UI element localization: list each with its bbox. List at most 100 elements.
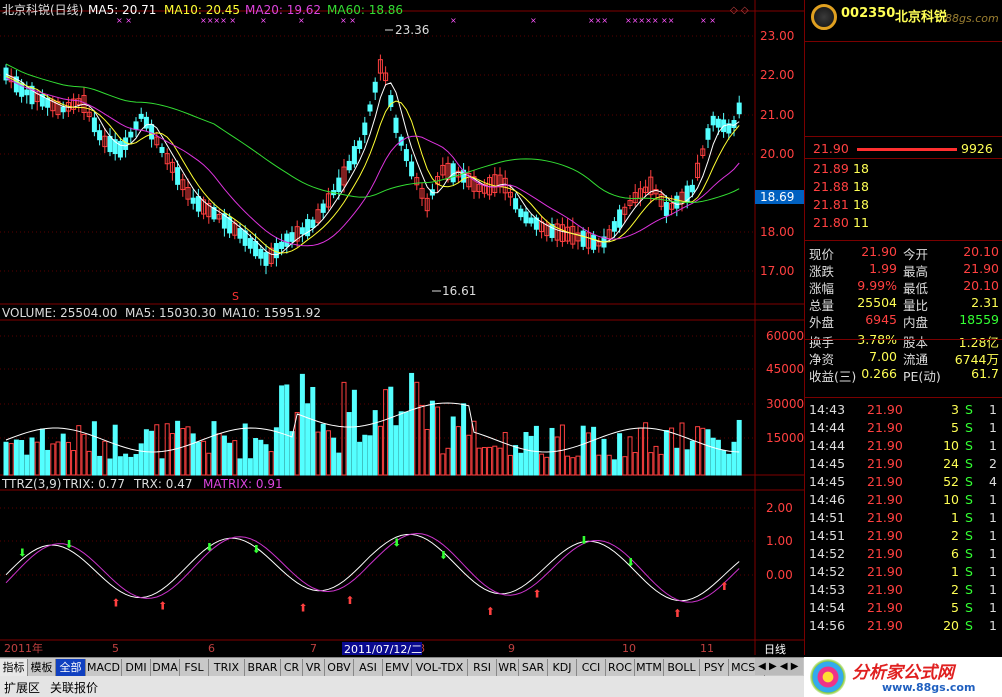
- svg-text:2.00: 2.00: [766, 501, 793, 515]
- svg-text:11: 11: [700, 642, 714, 655]
- tab-wr[interactable]: WR: [497, 659, 519, 676]
- tick-row[interactable]: 14:45 21.90 24 S 2: [805, 456, 1002, 473]
- quote-field-row: 总量 25504 量比 2.31: [809, 295, 999, 313]
- quote-field-row: 外盘 6945 内盘 18559: [809, 312, 999, 330]
- tab-brar[interactable]: BRAR: [245, 659, 281, 676]
- tick-row[interactable]: 14:46 21.90 10 S 1: [805, 492, 1002, 509]
- window-control-icons[interactable]: ◇ ◇: [730, 5, 749, 16]
- tick-row[interactable]: 14:52 21.90 6 S 1: [805, 546, 1002, 563]
- tick-row[interactable]: 14:52 21.90 1 S 1: [805, 564, 1002, 581]
- svg-text:⬇: ⬇: [626, 556, 635, 569]
- high-label: 23.36: [395, 23, 429, 37]
- tab-rsi[interactable]: RSI: [468, 659, 497, 676]
- svg-text:45000: 45000: [766, 362, 804, 376]
- svg-text:×: ×: [450, 16, 457, 25]
- svg-text:6: 6: [208, 642, 215, 655]
- site-watermark-url: 88gs.com: [945, 12, 999, 25]
- svg-text:MA10: 20.45: MA10: 20.45: [164, 3, 240, 17]
- svg-text:× ×: × ×: [116, 16, 132, 25]
- tab-vr[interactable]: VR: [303, 659, 325, 676]
- svg-text:×: ×: [530, 16, 537, 25]
- svg-text:TRX: 0.47: TRX: 0.47: [133, 477, 192, 491]
- tab-emv[interactable]: EMV: [383, 659, 412, 676]
- tick-row[interactable]: 14:56 21.90 20 S 1: [805, 618, 1002, 635]
- tick-row[interactable]: 14:45 21.90 52 S 4: [805, 474, 1002, 491]
- chart-header: 北京科锐(日线) MA5: 20.71 MA10: 20.45 MA20: 19…: [2, 3, 403, 17]
- svg-text:××××× ××: ××××× ××: [625, 16, 674, 25]
- tab-roc[interactable]: ROC: [606, 659, 635, 676]
- tab-模板[interactable]: 模板: [28, 659, 56, 676]
- tick-row[interactable]: 14:51 21.90 2 S 1: [805, 528, 1002, 545]
- svg-text:21.00: 21.00: [760, 108, 794, 122]
- tab-macd[interactable]: MACD: [86, 659, 122, 676]
- bid-row: 21.81 18: [813, 197, 869, 212]
- tab-指标[interactable]: 指标: [0, 659, 28, 676]
- svg-text:17.00: 17.00: [760, 264, 794, 278]
- tick-row[interactable]: 14:54 21.90 5 S 1: [805, 600, 1002, 617]
- tick-row[interactable]: 14:43 21.90 3 S 1: [805, 402, 1002, 419]
- tab-scroll-arrows[interactable]: ◀ ▶ ◀ ▶: [755, 658, 803, 675]
- tab-kdj[interactable]: KDJ: [548, 659, 577, 676]
- period-label[interactable]: 日线: [764, 642, 786, 655]
- svg-text:×: ×: [298, 16, 305, 25]
- svg-text:⬇: ⬇: [439, 549, 448, 562]
- svg-text:×××× ×: ×××× ×: [200, 16, 236, 25]
- app-window: { "header":{"title":"北京科锐(日线)","ma5":"MA…: [0, 0, 1002, 697]
- svg-text:×: ×: [260, 16, 267, 25]
- watermark-logo: 分析家公式网 www.88gs.com: [804, 657, 1002, 697]
- tab-trix[interactable]: TRIX: [209, 659, 245, 676]
- tick-row[interactable]: 14:44 21.90 5 S 1: [805, 420, 1002, 437]
- svg-text:⬆: ⬆: [111, 597, 120, 610]
- svg-text:⬆: ⬆: [532, 587, 541, 600]
- svg-text:7: 7: [310, 642, 317, 655]
- sell-signal-label: S: [232, 290, 239, 303]
- svg-text:TTRZ(3,9): TTRZ(3,9): [1, 477, 61, 491]
- tick-row[interactable]: 14:51 21.90 1 S 1: [805, 510, 1002, 527]
- tab-vol-tdx[interactable]: VOL-TDX: [412, 659, 468, 676]
- svg-text:20.00: 20.00: [760, 147, 794, 161]
- svg-text:⬆: ⬆: [158, 600, 167, 613]
- tick-row[interactable]: 14:53 21.90 2 S 1: [805, 582, 1002, 599]
- stock-code: 002350: [841, 6, 896, 21]
- stock-name: 北京科锐: [895, 10, 948, 25]
- watermark-text: 分析家公式网: [852, 663, 954, 683]
- tab-extension[interactable]: 扩展区: [4, 679, 40, 696]
- tab-psy[interactable]: PSY: [700, 659, 729, 676]
- svg-text:⬇: ⬇: [205, 541, 214, 554]
- svg-text:×××: ×××: [588, 16, 608, 25]
- svg-text:⬇: ⬇: [64, 538, 73, 551]
- svg-text:22.00: 22.00: [760, 68, 794, 82]
- svg-text:MA60: 18.86: MA60: 18.86: [327, 3, 403, 17]
- tab-fsl[interactable]: FSL: [180, 659, 209, 676]
- tab-asi[interactable]: ASI: [354, 659, 383, 676]
- svg-text:MA10: 15951.92: MA10: 15951.92: [222, 306, 321, 320]
- watermark-url: www.88gs.com: [882, 681, 976, 694]
- ask-volume-bar: [857, 148, 957, 151]
- svg-text:北京科锐(日线): 北京科锐(日线): [2, 3, 83, 17]
- flower-icon: [810, 659, 846, 695]
- tab-cci[interactable]: CCI: [577, 659, 606, 676]
- svg-text:MA5: 15030.30: MA5: 15030.30: [125, 306, 216, 320]
- tab-sar[interactable]: SAR: [519, 659, 548, 676]
- bid-row: 21.88 18: [813, 179, 869, 194]
- stock-chart[interactable]: ⬇ ⬇ ⬆ ⬆ ⬇ ⬇ ⬆ ⬆ ⬇ ⬇ ⬆ ⬆ ⬇ ⬇ ⬆ ⬆ × × ×××× × × × × × × × …: [0, 0, 804, 655]
- tab-related-quote[interactable]: 关联报价: [50, 679, 98, 696]
- svg-text:10: 10: [622, 642, 636, 655]
- tab-cr[interactable]: CR: [281, 659, 303, 676]
- bid-row: 21.89 18: [813, 161, 869, 176]
- tab-boll[interactable]: BOLL: [664, 659, 700, 676]
- date-cursor-label: 2011/07/12/二: [344, 643, 422, 655]
- tab-obv[interactable]: OBV: [325, 659, 354, 676]
- svg-text:MATRIX: 0.91: MATRIX: 0.91: [203, 477, 283, 491]
- tab-全部[interactable]: 全部: [56, 659, 86, 676]
- tab-dma[interactable]: DMA: [151, 659, 180, 676]
- tab-dmi[interactable]: DMI: [122, 659, 151, 676]
- tick-row[interactable]: 14:44 21.90 10 S 1: [805, 438, 1002, 455]
- current-price-marker-label: 18.69: [760, 190, 794, 204]
- svg-text:⬇: ⬇: [18, 546, 27, 559]
- svg-text:5: 5: [112, 642, 119, 655]
- quote-field-row: 换手 3.78% 股本 1.28亿: [809, 332, 999, 350]
- svg-text:⬆: ⬆: [673, 607, 682, 620]
- svg-text:⬆: ⬆: [486, 605, 495, 618]
- tab-mtm[interactable]: MTM: [635, 659, 664, 676]
